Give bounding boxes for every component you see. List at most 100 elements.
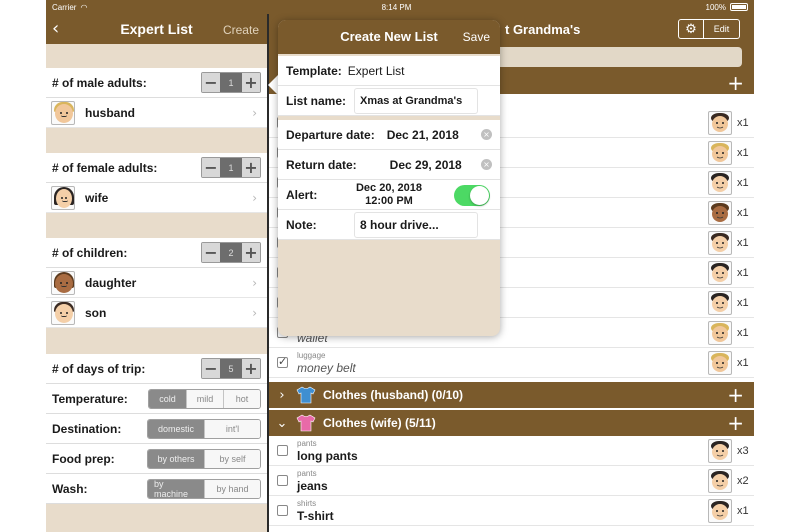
days-row: # of days of trip: − 5 + bbox=[46, 354, 267, 384]
popover-nav-bar: Create New List Save bbox=[278, 20, 500, 54]
note-input[interactable]: 8 hour drive... bbox=[354, 212, 478, 238]
list-name-input[interactable]: Xmas at Grandma's bbox=[354, 88, 478, 114]
minus-icon[interactable]: − bbox=[202, 359, 220, 378]
children-stepper[interactable]: − 2 + bbox=[201, 242, 261, 263]
list-item[interactable]: pants long pants x3 bbox=[269, 436, 754, 466]
wash-option-by-hand[interactable]: by hand bbox=[204, 480, 260, 498]
minus-icon[interactable]: − bbox=[202, 243, 220, 262]
list-item[interactable]: luggagemoney belt x1 bbox=[269, 348, 754, 378]
alert-toggle[interactable] bbox=[454, 185, 490, 206]
battery-icon bbox=[729, 3, 748, 11]
return-row[interactable]: Return date: Dec 29, 2018 × bbox=[278, 150, 500, 180]
create-list-popover: Create New List Save Template: Expert Li… bbox=[278, 20, 500, 336]
plus-icon[interactable]: + bbox=[242, 359, 260, 378]
list-item[interactable]: pants jeans x2 bbox=[269, 466, 754, 496]
minus-icon[interactable]: − bbox=[202, 73, 220, 92]
plus-icon[interactable]: + bbox=[242, 243, 260, 262]
shirt-icon bbox=[296, 414, 316, 432]
list-name-label: List name: bbox=[286, 93, 347, 108]
item-checkbox[interactable] bbox=[277, 355, 288, 368]
wifi-icon: ◠ bbox=[80, 2, 88, 12]
wife-avatar bbox=[51, 185, 75, 210]
person-row-wife[interactable]: wife › bbox=[46, 183, 267, 213]
item-name: jeans bbox=[297, 479, 328, 493]
template-label: Template: bbox=[286, 63, 342, 78]
temperature-option-hot[interactable]: hot bbox=[223, 390, 260, 408]
male-adults-row: # of male adults: − 1 + bbox=[46, 68, 267, 98]
create-button[interactable]: Create bbox=[223, 23, 259, 37]
gear-icon[interactable]: ⚙ bbox=[678, 19, 704, 39]
days-stepper[interactable]: − 5 + bbox=[201, 358, 261, 379]
note-label: Note: bbox=[286, 217, 317, 232]
temperature-segmented-control[interactable]: cold mild hot bbox=[148, 389, 261, 409]
owner-avatar bbox=[708, 499, 732, 523]
template-value: Expert List bbox=[347, 63, 405, 78]
person-row-daughter[interactable]: daughter › bbox=[46, 268, 267, 298]
edit-button[interactable]: Edit bbox=[704, 19, 740, 39]
alert-row[interactable]: Alert: Dec 20, 2018 12:00 PM bbox=[278, 180, 500, 210]
add-icon[interactable]: + bbox=[727, 412, 744, 434]
wash-segmented-control[interactable]: by machine by hand bbox=[147, 479, 261, 499]
days-count: 5 bbox=[220, 359, 242, 378]
temperature-row: Temperature: cold mild hot bbox=[46, 384, 267, 414]
temperature-option-cold[interactable]: cold bbox=[149, 390, 186, 408]
item-quantity: x1 bbox=[737, 117, 749, 129]
category-title-wife: Clothes (wife) (5/11) bbox=[323, 416, 436, 430]
temperature-option-mild[interactable]: mild bbox=[186, 390, 223, 408]
destination-segmented-control[interactable]: domestic int'l bbox=[147, 419, 261, 439]
destination-option-intl[interactable]: int'l bbox=[204, 420, 260, 438]
plus-icon[interactable]: + bbox=[242, 73, 260, 92]
female-adults-stepper[interactable]: − 1 + bbox=[201, 157, 261, 178]
clear-icon[interactable]: × bbox=[481, 159, 492, 170]
back-chevron-icon[interactable]: ‹ bbox=[52, 18, 59, 39]
owner-avatar bbox=[708, 231, 732, 255]
wash-option-by-machine[interactable]: by machine bbox=[148, 480, 204, 498]
destination-option-domestic[interactable]: domestic bbox=[148, 420, 204, 438]
plus-icon[interactable]: + bbox=[242, 158, 260, 177]
item-quantity: x1 bbox=[737, 207, 749, 219]
male-count: 1 bbox=[220, 73, 242, 92]
owner-avatar bbox=[708, 469, 732, 493]
add-icon[interactable]: + bbox=[727, 384, 744, 406]
person-row-husband[interactable]: husband › bbox=[46, 98, 267, 128]
clear-icon[interactable]: × bbox=[481, 129, 492, 140]
item-checkbox[interactable] bbox=[277, 505, 288, 516]
item-name: long pants bbox=[297, 449, 358, 463]
daughter-avatar bbox=[51, 270, 75, 295]
departure-row[interactable]: Departure date: Dec 21, 2018 × bbox=[278, 120, 500, 150]
children-label: # of children: bbox=[52, 245, 128, 260]
item-checkbox[interactable] bbox=[277, 475, 288, 486]
category-bar-wife-clothes[interactable]: ⌄ Clothes (wife) (5/11) + bbox=[269, 410, 754, 436]
search-field[interactable] bbox=[469, 47, 742, 67]
item-quantity: x1 bbox=[737, 357, 749, 369]
status-bar: Carrier ◠ 8:14 PM 100% bbox=[46, 0, 754, 14]
husband-label: husband bbox=[85, 105, 135, 120]
add-icon[interactable]: + bbox=[727, 72, 744, 94]
list-item[interactable]: shirts T-shirt x1 bbox=[269, 496, 754, 526]
save-button[interactable]: Save bbox=[463, 30, 490, 44]
return-value: Dec 29, 2018 bbox=[389, 157, 462, 172]
owner-avatar bbox=[708, 321, 732, 345]
days-label: # of days of trip: bbox=[52, 361, 146, 376]
male-adults-label: # of male adults: bbox=[52, 75, 147, 90]
item-category: luggage bbox=[297, 351, 326, 360]
item-name: T-shirt bbox=[297, 509, 334, 523]
food-option-by-others[interactable]: by others bbox=[148, 450, 204, 468]
chevron-right-icon: › bbox=[252, 275, 257, 290]
alert-time: 12:00 PM bbox=[365, 195, 413, 207]
departure-value: Dec 21, 2018 bbox=[386, 127, 459, 142]
children-count: 2 bbox=[220, 243, 242, 262]
shirt-icon bbox=[296, 386, 316, 404]
carrier-label: Carrier bbox=[52, 2, 77, 12]
food-option-by-self[interactable]: by self bbox=[204, 450, 260, 468]
food-prep-segmented-control[interactable]: by others by self bbox=[147, 449, 261, 469]
departure-label: Departure date: bbox=[286, 127, 375, 142]
owner-avatar bbox=[708, 439, 732, 463]
category-bar-husband-clothes[interactable]: › Clothes (husband) (0/10) + bbox=[269, 382, 754, 408]
template-row[interactable]: Template: Expert List bbox=[278, 56, 500, 86]
person-row-son[interactable]: son › bbox=[46, 298, 267, 328]
item-checkbox[interactable] bbox=[277, 445, 288, 456]
item-quantity: x1 bbox=[737, 327, 749, 339]
minus-icon[interactable]: − bbox=[202, 158, 220, 177]
male-adults-stepper[interactable]: − 1 + bbox=[201, 72, 261, 93]
